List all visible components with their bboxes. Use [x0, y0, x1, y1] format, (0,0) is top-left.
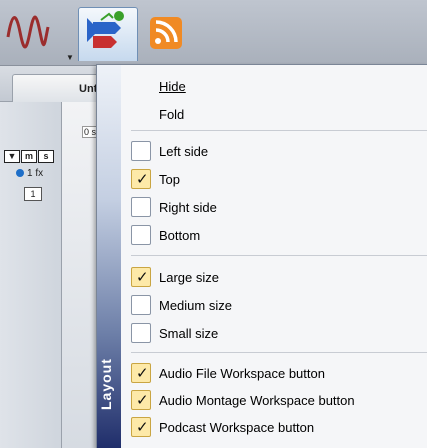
checkmark-icon	[131, 390, 151, 410]
track-number[interactable]: 1	[24, 187, 42, 201]
checkbox-icon	[131, 197, 151, 217]
track-mute-solo-group: ▼ m s	[4, 150, 54, 163]
menu-item-label: Bottom	[159, 228, 201, 243]
main-toolbar: ▼	[0, 0, 427, 66]
menu-item-label: Audio File Workspace button	[159, 366, 325, 381]
menu-item-label: Podcast Workspace button	[159, 420, 315, 435]
mute-button[interactable]: m	[21, 150, 37, 163]
menu-item-label: Large size	[159, 270, 219, 285]
menu-item-right-side[interactable]: Right side	[121, 196, 427, 218]
layout-button[interactable]	[78, 7, 138, 61]
checkmark-icon	[131, 169, 151, 189]
waveform-button[interactable]: ▼	[4, 7, 74, 62]
menu-separator	[131, 130, 427, 131]
chevron-down-icon: ▼	[66, 53, 74, 62]
menu-item-fold[interactable]: Fold	[121, 103, 427, 125]
waveform-icon	[6, 15, 50, 49]
menu-item-podcast-workspace-button[interactable]: Podcast Workspace button	[121, 416, 427, 438]
menu-item-audio-file-workspace-button[interactable]: Audio File Workspace button	[121, 362, 427, 384]
track-header-panel: ▼ m s 1 fx 1	[0, 102, 62, 448]
menu-item-label: Left side	[159, 144, 209, 159]
track-menu-button[interactable]: ▼	[4, 150, 20, 163]
effects-button[interactable]: 1 fx	[16, 168, 43, 179]
menu-item-audio-montage-workspace-button[interactable]: Audio Montage Workspace button	[121, 389, 427, 411]
checkmark-icon	[131, 417, 151, 437]
menu-gutter-label: Layout	[98, 358, 114, 410]
checkbox-icon	[131, 225, 151, 245]
menu-item-small-size[interactable]: Small size	[121, 322, 427, 344]
menu-item-left-side[interactable]: Left side	[121, 140, 427, 162]
menu-separator	[131, 352, 427, 353]
menu-item-large-size[interactable]: Large size	[121, 266, 427, 288]
rss-button[interactable]	[148, 7, 204, 61]
effects-indicator-icon	[16, 169, 24, 177]
solo-button[interactable]: s	[38, 150, 54, 163]
layout-context-menu: Layout Hide Fold Left side Top Right sid…	[96, 64, 427, 448]
menu-item-top[interactable]: Top	[121, 168, 427, 190]
menu-item-label: Right side	[159, 200, 217, 215]
checkmark-icon	[131, 363, 151, 383]
effects-label: 1 fx	[27, 168, 44, 179]
menu-item-label: Medium size	[159, 298, 232, 313]
menu-item-label: Small size	[159, 326, 219, 341]
document-tab-label: Unt	[79, 83, 98, 95]
layout-icon	[87, 11, 124, 48]
menu-item-bottom[interactable]: Bottom	[121, 224, 427, 246]
menu-item-medium-size[interactable]: Medium size	[121, 294, 427, 316]
menu-separator	[131, 255, 427, 256]
menu-item-label: Audio Montage Workspace button	[159, 393, 355, 408]
checkbox-icon	[131, 295, 151, 315]
menu-item-label: Fold	[159, 107, 185, 122]
checkbox-icon	[131, 323, 151, 343]
menu-item-hide[interactable]: Hide	[121, 75, 427, 97]
checkbox-icon	[131, 141, 151, 161]
menu-item-label: Hide	[159, 79, 186, 94]
rss-icon	[150, 17, 182, 49]
menu-gutter: Layout	[97, 65, 121, 448]
checkmark-icon	[131, 267, 151, 287]
menu-item-label: Top	[159, 172, 180, 187]
